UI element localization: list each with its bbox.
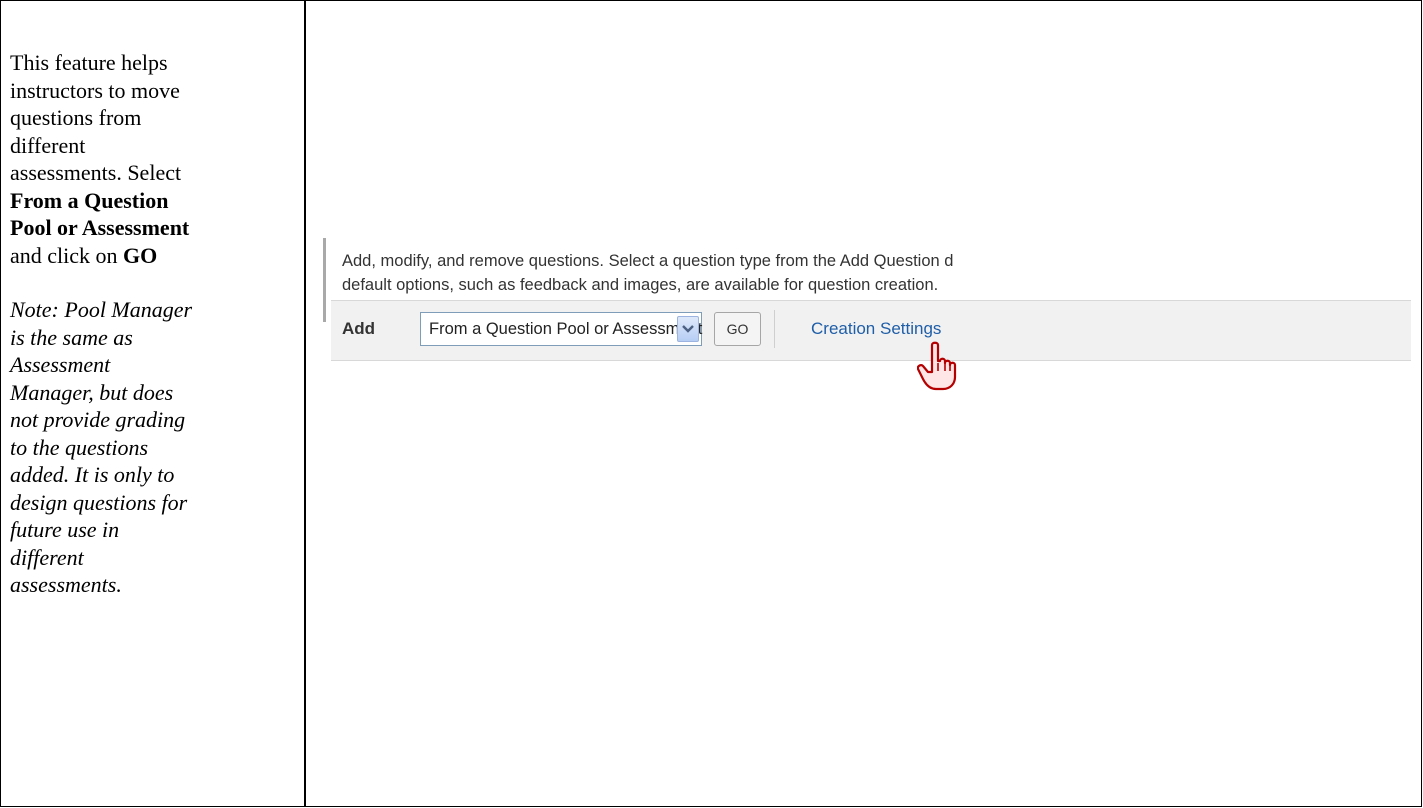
screenshot-left-bar bbox=[323, 238, 326, 322]
instruction-line-2: instructors to move bbox=[10, 77, 180, 103]
select-value: From a Question Pool or Assessment bbox=[429, 320, 703, 338]
instruction-cell: This feature helps instructors to move q… bbox=[10, 49, 300, 599]
creation-settings-link[interactable]: Creation Settings bbox=[811, 319, 941, 339]
instructions-line-1: Add, modify, and remove questions. Selec… bbox=[342, 252, 954, 270]
note-line: not provide grading bbox=[10, 407, 186, 432]
cell-divider bbox=[304, 1, 306, 806]
note-text: Note: Pool Manager is the same as Assess… bbox=[10, 296, 300, 599]
instruction-line-5: assessments. Select bbox=[10, 160, 182, 185]
go-term: GO bbox=[123, 242, 158, 268]
note-line: assessments. bbox=[10, 572, 122, 597]
instruction-line-4: different bbox=[10, 132, 86, 158]
note-line: future use in bbox=[10, 517, 120, 542]
note-line: added. It is only to bbox=[10, 462, 175, 487]
instruction-click-text: and click on bbox=[10, 242, 124, 268]
instruction-line-3: questions from bbox=[10, 105, 142, 130]
note-line: to the questions bbox=[10, 434, 149, 460]
chevron-down-icon[interactable] bbox=[677, 316, 699, 342]
screenshot-instructions: Add, modify, and remove questions. Selec… bbox=[342, 249, 1417, 297]
instruction-line-1: This feature helps bbox=[10, 50, 168, 75]
option-name-line-1: From a Question bbox=[10, 187, 169, 213]
note-line: different bbox=[10, 544, 84, 570]
note-line: Note: Pool Manager bbox=[10, 297, 193, 322]
chevron-down-icon-glyph bbox=[682, 325, 694, 333]
add-question-toolbar: Add From a Question Pool or Assessment G… bbox=[331, 300, 1411, 361]
go-button[interactable]: GO bbox=[714, 312, 761, 346]
hand-cursor-icon bbox=[916, 341, 959, 396]
option-name-line-2: Pool or Assessment bbox=[10, 215, 190, 240]
toolbar-separator bbox=[774, 310, 775, 348]
note-line: Assessment bbox=[10, 352, 111, 377]
note-line: design questions for bbox=[10, 489, 188, 515]
note-line: is the same as bbox=[10, 324, 133, 350]
note-line: Manager, but does bbox=[10, 379, 174, 405]
question-type-select[interactable]: From a Question Pool or Assessment bbox=[420, 312, 702, 346]
document-table: This feature helps instructors to move q… bbox=[0, 0, 1422, 807]
instruction-text: This feature helps instructors to move q… bbox=[10, 49, 300, 269]
instructions-line-2: default options, such as feedback and im… bbox=[342, 276, 939, 294]
add-label: Add bbox=[342, 319, 376, 338]
